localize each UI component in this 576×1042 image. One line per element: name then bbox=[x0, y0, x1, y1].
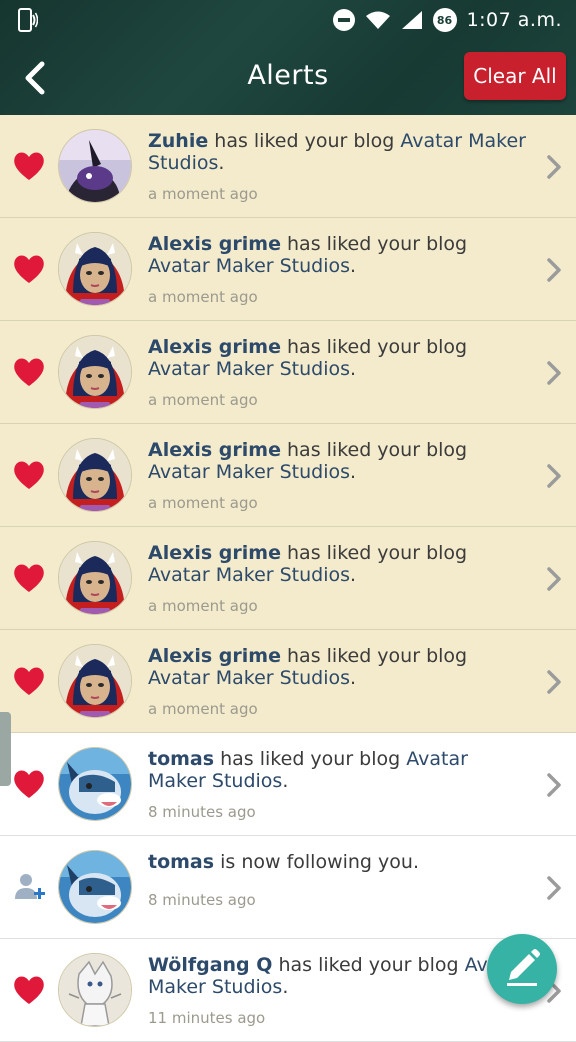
alert-username[interactable]: Alexis grime bbox=[148, 336, 281, 358]
alert-action: has liked your blog bbox=[280, 542, 468, 564]
compose-button[interactable] bbox=[487, 934, 557, 1004]
heart-icon bbox=[14, 255, 44, 283]
heart-icon bbox=[14, 461, 44, 489]
alert-suffix: . bbox=[282, 976, 289, 998]
alert-action: has liked your blog bbox=[280, 645, 468, 667]
clear-all-button[interactable]: Clear All bbox=[464, 52, 566, 100]
alert-time: 8 minutes ago bbox=[148, 891, 256, 909]
alert-username[interactable]: Alexis grime bbox=[148, 233, 281, 255]
side-drawer-handle[interactable] bbox=[0, 712, 11, 786]
alert-text: Alexis grime has liked your blog Avatar … bbox=[148, 336, 528, 380]
alert-text: Alexis grime has liked your blog Avatar … bbox=[148, 645, 528, 689]
alert-suffix: . bbox=[282, 770, 289, 792]
avatar[interactable] bbox=[58, 850, 132, 924]
alert-action: has liked your blog bbox=[280, 233, 468, 255]
alert-time: a moment ago bbox=[148, 391, 258, 409]
alert-action: has liked your blog bbox=[214, 748, 407, 770]
alert-action: has liked your blog bbox=[272, 954, 465, 976]
alert-text: Zuhie has liked your blog Avatar Maker S… bbox=[148, 130, 528, 174]
alert-row[interactable]: tomas has liked your blog Avatar Maker S… bbox=[0, 733, 576, 836]
avatar[interactable] bbox=[58, 335, 132, 409]
chevron-right-icon[interactable] bbox=[544, 462, 564, 490]
alert-username[interactable]: Wölfgang Q bbox=[148, 954, 272, 976]
chevron-right-icon[interactable] bbox=[544, 153, 564, 181]
alert-time: a moment ago bbox=[148, 597, 258, 615]
alert-text: Alexis grime has liked your blog Avatar … bbox=[148, 439, 528, 483]
alert-row[interactable]: Alexis grime has liked your blog Avatar … bbox=[0, 527, 576, 630]
do-not-disturb-icon bbox=[332, 9, 355, 31]
chevron-right-icon[interactable] bbox=[544, 874, 564, 902]
alert-username[interactable]: tomas bbox=[148, 851, 214, 873]
add-user-icon bbox=[15, 874, 45, 899]
alert-time: a moment ago bbox=[148, 494, 258, 512]
alert-text: Alexis grime has liked your blog Avatar … bbox=[148, 542, 528, 586]
wifi-icon bbox=[365, 11, 390, 29]
avatar[interactable] bbox=[58, 541, 132, 615]
alert-row[interactable]: Zuhie has liked your blog Avatar Maker S… bbox=[0, 115, 576, 218]
alert-username[interactable]: Alexis grime bbox=[148, 439, 281, 461]
alert-username[interactable]: tomas bbox=[148, 748, 214, 770]
alert-blog-link[interactable]: Avatar Maker Studios bbox=[148, 564, 350, 586]
alert-suffix: . bbox=[350, 667, 357, 689]
avatar[interactable] bbox=[58, 129, 132, 203]
alert-blog-link[interactable]: Avatar Maker Studios bbox=[148, 667, 350, 689]
alert-blog-link[interactable]: Avatar Maker Studios bbox=[148, 358, 350, 380]
alert-text: tomas is now following you. bbox=[148, 851, 528, 873]
avatar[interactable] bbox=[58, 953, 132, 1027]
alerts-list: Zuhie has liked your blog Avatar Maker S… bbox=[0, 115, 576, 1042]
chevron-right-icon[interactable] bbox=[544, 565, 564, 593]
alert-action: has liked your blog bbox=[280, 336, 468, 358]
alert-row[interactable]: Alexis grime has liked your blog Avatar … bbox=[0, 321, 576, 424]
alert-suffix: . bbox=[350, 564, 357, 586]
chevron-right-icon[interactable] bbox=[544, 771, 564, 799]
chevron-right-icon[interactable] bbox=[544, 256, 564, 284]
alert-time: 11 minutes ago bbox=[148, 1009, 266, 1027]
heart-icon bbox=[14, 667, 44, 695]
status-bar: 86 1:07 a.m. bbox=[0, 0, 576, 40]
alert-action: is now following you. bbox=[214, 851, 419, 873]
alert-action: has liked your blog bbox=[208, 130, 401, 152]
alert-username[interactable]: Alexis grime bbox=[148, 645, 281, 667]
avatar[interactable] bbox=[58, 232, 132, 306]
alert-action: has liked your blog bbox=[280, 439, 468, 461]
pencil-icon bbox=[507, 949, 540, 986]
alert-suffix: . bbox=[350, 461, 357, 483]
alert-text: tomas has liked your blog Avatar Maker S… bbox=[148, 748, 528, 792]
alert-row[interactable]: Alexis grime has liked your blog Avatar … bbox=[0, 630, 576, 733]
signal-icon bbox=[401, 11, 422, 29]
alert-row[interactable]: tomas is now following you. 8 minutes ago bbox=[0, 836, 576, 939]
alert-suffix: . bbox=[350, 358, 357, 380]
status-time: 1:07 a.m. bbox=[466, 9, 562, 31]
heart-icon bbox=[14, 358, 44, 386]
alert-time: a moment ago bbox=[148, 185, 258, 203]
alert-text: Wölfgang Q has liked your blog Avatar Ma… bbox=[148, 954, 528, 998]
heart-icon bbox=[14, 976, 44, 1004]
alert-row[interactable]: Alexis grime has liked your blog Avatar … bbox=[0, 218, 576, 321]
chevron-right-icon[interactable] bbox=[544, 668, 564, 696]
heart-icon bbox=[14, 770, 44, 798]
alert-time: a moment ago bbox=[148, 700, 258, 718]
alert-username[interactable]: Zuhie bbox=[148, 130, 208, 152]
app-header: 86 1:07 a.m. Alerts Clear All bbox=[0, 0, 576, 115]
alert-suffix: . bbox=[218, 152, 225, 174]
chevron-right-icon[interactable] bbox=[544, 359, 564, 387]
alert-suffix: . bbox=[350, 255, 357, 277]
alert-blog-link[interactable]: Avatar Maker Studios bbox=[148, 255, 350, 277]
avatar[interactable] bbox=[58, 644, 132, 718]
alert-time: a moment ago bbox=[148, 288, 258, 306]
alert-text: Alexis grime has liked your blog Avatar … bbox=[148, 233, 528, 277]
alert-time: 8 minutes ago bbox=[148, 803, 256, 821]
battery-badge: 86 bbox=[432, 8, 457, 32]
avatar[interactable] bbox=[58, 747, 132, 821]
alert-username[interactable]: Alexis grime bbox=[148, 542, 281, 564]
phone-vibrate-icon bbox=[18, 8, 38, 32]
heart-icon bbox=[14, 564, 44, 592]
alert-blog-link[interactable]: Avatar Maker Studios bbox=[148, 461, 350, 483]
avatar[interactable] bbox=[58, 438, 132, 512]
heart-icon bbox=[14, 152, 44, 180]
alert-row[interactable]: Alexis grime has liked your blog Avatar … bbox=[0, 424, 576, 527]
